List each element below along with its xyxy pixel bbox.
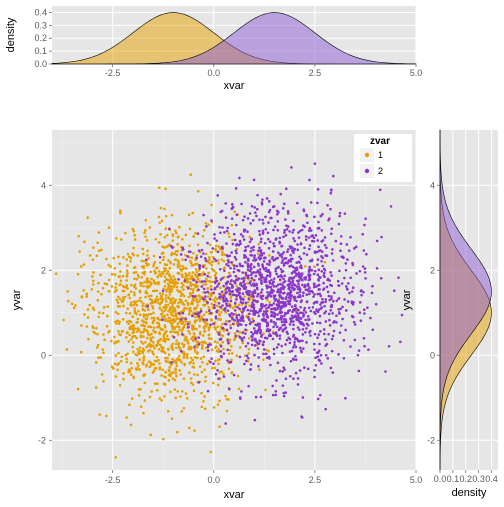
svg-text:2: 2 (41, 265, 46, 275)
svg-text:0.1: 0.1 (34, 46, 47, 56)
svg-text:4: 4 (430, 180, 435, 190)
svg-text:-2.5: -2.5 (105, 475, 121, 485)
svg-text:2.5: 2.5 (309, 475, 322, 485)
svg-text:density: density (5, 17, 17, 52)
svg-text:0.1: 0.1 (447, 474, 460, 484)
svg-text:4: 4 (41, 180, 46, 190)
svg-text:0.2: 0.2 (460, 474, 473, 484)
svg-text:-2: -2 (38, 435, 46, 445)
svg-text:0: 0 (430, 350, 435, 360)
svg-text:-2: -2 (427, 435, 435, 445)
svg-text:5.0: 5.0 (410, 475, 423, 485)
svg-text:zvar: zvar (370, 136, 390, 147)
svg-text:0.2: 0.2 (34, 33, 47, 43)
svg-text:0.0: 0.0 (208, 68, 221, 78)
svg-text:yvar: yvar (11, 289, 23, 310)
figure: -2.50.02.55.00.00.10.20.30.4densityxvar-… (0, 0, 504, 504)
svg-text:0.0: 0.0 (434, 474, 447, 484)
svg-text:0.3: 0.3 (472, 474, 485, 484)
svg-text:5.0: 5.0 (410, 68, 423, 78)
svg-text:2: 2 (378, 166, 383, 176)
svg-text:0.0: 0.0 (208, 475, 221, 485)
svg-text:0.4: 0.4 (34, 7, 47, 17)
svg-text:yvar: yvar (401, 289, 413, 310)
svg-text:2: 2 (430, 265, 435, 275)
svg-text:xvar: xvar (224, 489, 245, 501)
svg-text:density: density (452, 487, 487, 499)
svg-text:0.4: 0.4 (485, 474, 498, 484)
svg-text:-2.5: -2.5 (105, 68, 121, 78)
svg-text:0.3: 0.3 (34, 20, 47, 30)
svg-text:xvar: xvar (224, 80, 245, 92)
svg-text:1: 1 (378, 150, 383, 160)
svg-text:0.0: 0.0 (34, 59, 47, 69)
svg-text:0: 0 (41, 350, 46, 360)
svg-text:2.5: 2.5 (309, 68, 322, 78)
